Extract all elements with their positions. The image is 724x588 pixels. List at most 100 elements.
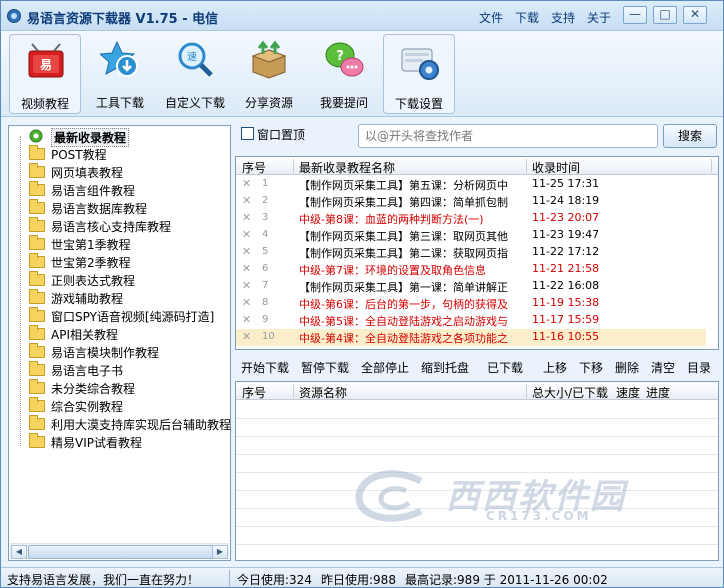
delete-button[interactable]: 删除: [615, 359, 639, 376]
column-header[interactable]: 最新收录教程名称: [299, 159, 395, 176]
grid-line: [236, 454, 718, 455]
directory-button[interactable]: 目录: [687, 359, 711, 376]
course-row[interactable]: ✕ 2 【制作网页采集工具】第四课：简单抓包制 11-24 18:19: [236, 193, 706, 210]
toolbar-label: 视频教程: [20, 97, 69, 111]
column-header[interactable]: 速度: [616, 384, 640, 401]
row-time: 11-16 10:55: [532, 330, 600, 343]
status-divider: [229, 570, 230, 586]
row-x-icon: ✕: [242, 228, 252, 241]
pause-download-button[interactable]: 暂停下载: [301, 359, 349, 376]
folder-icon: [29, 289, 45, 304]
clear-button[interactable]: 清空: [651, 359, 675, 376]
column-header[interactable]: 序号: [242, 384, 266, 401]
move-down-button[interactable]: 下移: [579, 359, 603, 376]
menu-file[interactable]: 文件: [479, 9, 503, 26]
folder-icon: [29, 181, 45, 196]
toolbar-video-tutorials[interactable]: 易 视频教程: [9, 34, 81, 114]
window-top-checkbox[interactable]: [241, 127, 254, 140]
tree-item-label: 易语言模块制作教程: [51, 346, 160, 360]
row-number: 3: [262, 212, 269, 223]
row-title: 中级-第7课：环境的设置及取角色信息: [299, 264, 486, 277]
row-title: 中级-第5课：全自动登陆游戏之启动游戏与: [299, 315, 508, 328]
course-row[interactable]: ✕ 5 【制作网页采集工具】第二课：获取网页指 11-22 17:12: [236, 244, 706, 261]
course-row[interactable]: ✕ 3 中级-第8课：血蓝的两种判断方法(一) 11-23 20:07: [236, 210, 706, 227]
course-row[interactable]: ✕ 4 【制作网页采集工具】第三课：取网页其他 11-23 19:47: [236, 227, 706, 244]
row-x-icon: ✕: [242, 296, 252, 309]
stop-all-button[interactable]: 全部停止: [361, 359, 409, 376]
start-download-button[interactable]: 开始下载: [241, 359, 289, 376]
menu-download[interactable]: 下载: [515, 9, 539, 26]
scroll-left-arrow-icon[interactable]: ◀: [11, 545, 27, 559]
tree-item-label: 易语言核心支持库教程: [51, 220, 172, 234]
column-header[interactable]: 收录时间: [532, 159, 580, 176]
row-x-icon: ✕: [242, 245, 252, 258]
course-row[interactable]: ✕ 1 【制作网页采集工具】第五课：分析网页中 11-25 17:31: [236, 176, 706, 193]
tree-item-label: 最新收录教程: [51, 128, 130, 147]
tree-connector-lines: [20, 136, 21, 446]
row-number: 8: [262, 297, 269, 308]
maximize-button[interactable]: □: [653, 6, 677, 24]
toolbar-ask-question[interactable]: ? 我要提问: [308, 34, 380, 114]
tree-horizontal-scrollbar[interactable]: ◀ ▶: [10, 543, 229, 559]
column-header[interactable]: 序号: [242, 159, 266, 176]
grid-line: [236, 436, 718, 437]
row-number: 9: [262, 314, 269, 325]
row-number: 10: [262, 331, 275, 342]
toolbar-download-settings[interactable]: 下载设置: [383, 34, 455, 114]
status-today-usage: 今日使用:324: [237, 573, 312, 587]
download-list-header: 序号 资源名称 总大小/已下载 速度 进度: [236, 382, 718, 400]
toolbar-share-resources[interactable]: 分享资源: [233, 34, 305, 114]
row-title: 中级-第4课：全自动登陆游戏之各项功能之: [299, 332, 508, 345]
column-header[interactable]: 资源名称: [299, 384, 347, 401]
tree-item-label: 未分类综合教程: [51, 382, 136, 396]
row-time: 11-22 16:08: [532, 279, 600, 292]
row-time: 11-23 20:07: [532, 211, 600, 224]
search-input[interactable]: [358, 124, 658, 148]
column-divider[interactable]: [526, 384, 527, 398]
folder-icon: [29, 361, 45, 376]
menu-support[interactable]: 支持: [551, 9, 575, 26]
course-row[interactable]: ✕ 8 中级-第6课：后台的第一步，句柄的获得及 11-19 15:38: [236, 295, 706, 312]
toolbar-custom-download[interactable]: 速 自定义下载: [159, 34, 231, 114]
move-up-button[interactable]: 上移: [543, 359, 567, 376]
column-header[interactable]: 总大小/已下载: [532, 384, 608, 401]
column-divider[interactable]: [293, 384, 294, 398]
row-number: 2: [262, 195, 269, 206]
course-row-selected[interactable]: ✕ 10 中级-第4课：全自动登陆游戏之各项功能之 11-16 10:55: [236, 329, 706, 346]
status-record: 最高记录:989 于 2011-11-26 00:02: [405, 573, 608, 587]
tree-item-label: 综合实例教程: [51, 400, 124, 414]
course-row[interactable]: ✕ 9 中级-第5课：全自动登陆游戏之启动游戏与 11-17 15:59: [236, 312, 706, 329]
svg-text:易: 易: [40, 58, 52, 72]
row-number: 5: [262, 246, 269, 257]
row-time: 11-21 21:58: [532, 262, 600, 275]
row-x-icon: ✕: [242, 211, 252, 224]
column-divider[interactable]: [526, 159, 527, 173]
close-button[interactable]: ✕: [683, 6, 707, 24]
menu-about[interactable]: 关于: [587, 9, 611, 26]
toolbar-tool-download[interactable]: 工具下载: [84, 34, 156, 114]
row-title: 中级-第6课：后台的第一步，句柄的获得及: [299, 298, 508, 311]
column-divider[interactable]: [711, 159, 712, 173]
folder-icon: [29, 271, 45, 286]
window-title: 易语言资源下载器 V1.75 - 电信: [27, 12, 219, 27]
downloaded-button[interactable]: 已下载: [487, 359, 523, 376]
column-divider[interactable]: [293, 159, 294, 173]
course-row[interactable]: ✕ 7 【制作网页采集工具】第一课：简单讲解正 11-22 16:08: [236, 278, 706, 295]
maximize-icon: □: [659, 7, 671, 21]
course-row[interactable]: ✕ 6 中级-第7课：环境的设置及取角色信息 11-21 21:58: [236, 261, 706, 278]
row-x-icon: ✕: [242, 330, 252, 343]
minimize-to-tray-button[interactable]: 缩到托盘: [421, 359, 469, 376]
close-icon: ✕: [689, 7, 701, 21]
magnifier-icon: 速: [178, 42, 213, 77]
search-button[interactable]: 搜索: [663, 124, 717, 148]
minimize-button[interactable]: —: [623, 6, 647, 24]
site-watermark: 西西软件园 CR173.COM: [351, 461, 711, 541]
grid-line: [236, 418, 718, 419]
scrollbar-thumb[interactable]: [28, 545, 216, 559]
course-list-header: 序号 最新收录教程名称 收录时间: [236, 157, 718, 175]
folder-icon: [29, 343, 45, 358]
scroll-right-arrow-icon[interactable]: ▶: [212, 545, 228, 559]
column-header[interactable]: 进度: [646, 384, 670, 401]
folder-icon: [29, 163, 45, 178]
grid-line: [236, 544, 718, 545]
